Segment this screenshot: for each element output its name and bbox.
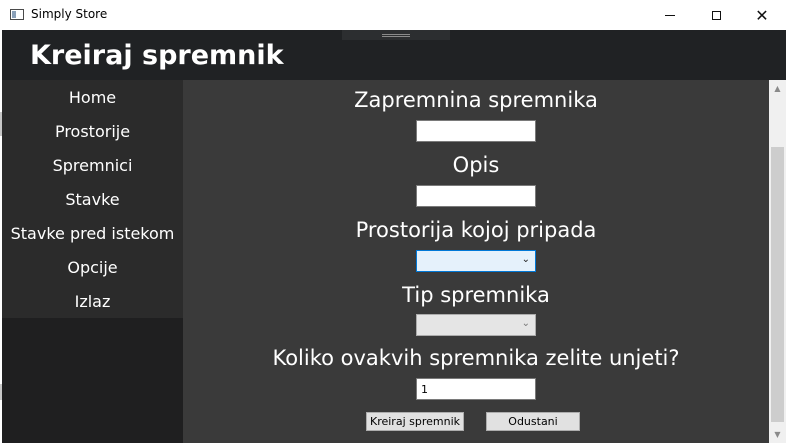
quantity-label: Koliko ovakvih spremnika zelite unjeti? xyxy=(272,346,680,370)
sidebar-item-izlaz[interactable]: Izlaz xyxy=(2,284,183,318)
chevron-down-icon: ⌄ xyxy=(521,318,530,329)
maximize-icon xyxy=(711,10,721,20)
minimize-button[interactable] xyxy=(647,0,693,30)
sidebar-nav: Home Prostorije Spremnici Stavke Stavke … xyxy=(2,80,183,318)
sidebar-item-spremnici[interactable]: Spremnici xyxy=(2,148,183,182)
sidebar: Home Prostorije Spremnici Stavke Stavke … xyxy=(2,80,183,443)
sidebar-item-opcije[interactable]: Opcije xyxy=(2,250,183,284)
maximize-button[interactable] xyxy=(693,0,739,30)
scrollbar-track[interactable] xyxy=(771,97,784,147)
scroll-down-icon[interactable]: ▼ xyxy=(769,426,786,443)
create-container-form: Zapremnina spremnika Opis Prostorija koj… xyxy=(183,80,769,443)
sidebar-item-prostorije[interactable]: Prostorije xyxy=(2,114,183,148)
type-label: Tip spremnika xyxy=(402,283,550,307)
cancel-button[interactable]: Odustani xyxy=(486,412,580,431)
minimize-icon xyxy=(665,14,675,16)
type-dropdown[interactable]: ⌄ xyxy=(416,314,536,336)
scrollbar-thumb[interactable] xyxy=(771,147,784,422)
sidebar-item-home[interactable]: Home xyxy=(2,80,183,114)
app-window-icon xyxy=(10,9,24,20)
sidebar-item-stavke-pred-istekom[interactable]: Stavke pred istekom xyxy=(2,216,183,250)
page-title: Kreiraj spremnik xyxy=(30,40,284,71)
room-dropdown[interactable]: ⌄ xyxy=(416,250,536,272)
page-header: Kreiraj spremnik xyxy=(2,30,786,80)
create-container-button[interactable]: Kreiraj spremnik xyxy=(366,412,464,431)
description-label: Opis xyxy=(452,153,500,177)
window-edge-marker xyxy=(0,384,2,400)
chevron-down-icon: ⌄ xyxy=(521,254,530,265)
volume-label: Zapremnina spremnika xyxy=(354,88,598,112)
sidebar-item-stavke[interactable]: Stavke xyxy=(2,182,183,216)
close-icon: ✕ xyxy=(755,5,769,25)
title-bar: Simply Store ✕ xyxy=(0,0,788,30)
window-title: Simply Store xyxy=(31,7,108,21)
room-label: Prostorija kojoj pripada xyxy=(355,218,597,242)
close-button[interactable]: ✕ xyxy=(739,0,785,30)
window-edge-marker xyxy=(0,112,2,136)
vertical-scrollbar[interactable]: ▲ ▼ xyxy=(769,80,786,443)
quantity-input[interactable] xyxy=(416,378,536,400)
header-drag-handle[interactable] xyxy=(342,30,450,40)
scroll-up-icon[interactable]: ▲ xyxy=(769,80,786,97)
volume-input[interactable] xyxy=(416,120,536,142)
description-input[interactable] xyxy=(416,185,536,207)
